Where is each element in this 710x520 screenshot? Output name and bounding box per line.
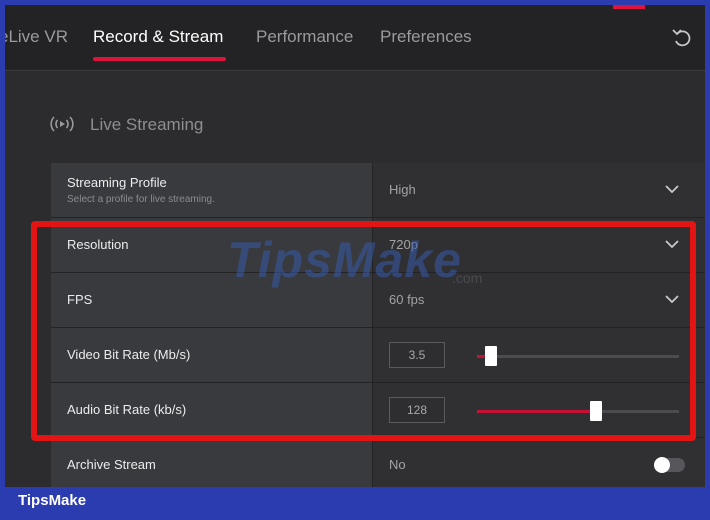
video-bit-rate-slider[interactable] (477, 346, 679, 366)
streaming-profile-dropdown[interactable]: High (373, 163, 705, 217)
setting-row-fps[interactable]: FPS 60 fps (51, 273, 705, 328)
dropdown-value: High (389, 182, 416, 197)
live-streaming-icon (50, 116, 74, 132)
resolution-dropdown[interactable]: 720p (373, 218, 705, 272)
top-navigation: eLive VR Record & Stream Performance Pre… (5, 5, 705, 71)
dropdown-value: 60 fps (389, 292, 425, 307)
tab-performance[interactable]: Performance (256, 27, 353, 47)
setting-label: Video Bit Rate (Mb/s) (67, 347, 191, 362)
active-tab-indicator (93, 57, 226, 61)
setting-label: Streaming Profile (67, 175, 167, 190)
slider-fill (477, 410, 597, 413)
setting-row-audio-bit-rate: Audio Bit Rate (kb/s) 128 (51, 383, 705, 438)
setting-label: Audio Bit Rate (kb/s) (67, 402, 187, 417)
chevron-down-icon[interactable] (665, 184, 679, 194)
brand-label: TipsMake (18, 492, 87, 509)
tab-relive-vr[interactable]: eLive VR (5, 27, 68, 47)
setting-description: Select a profile for live streaming. (67, 194, 215, 205)
setting-row-video-bit-rate: Video Bit Rate (Mb/s) 3.5 (51, 328, 705, 383)
video-bit-rate-input[interactable]: 3.5 (389, 342, 445, 368)
app-window: eLive VR Record & Stream Performance Pre… (5, 5, 705, 487)
slider-thumb[interactable] (590, 401, 603, 421)
reset-icon[interactable] (669, 25, 695, 51)
toggle-knob (654, 457, 670, 473)
toggle-state-text: No (389, 457, 406, 472)
archive-stream-toggle[interactable] (654, 457, 685, 473)
chevron-down-icon[interactable] (665, 294, 679, 304)
tab-preferences[interactable]: Preferences (380, 27, 472, 47)
section-title: Live Streaming (90, 115, 204, 134)
settings-list: Streaming Profile Select a profile for l… (51, 163, 705, 487)
setting-row-streaming-profile[interactable]: Streaming Profile Select a profile for l… (51, 163, 705, 218)
setting-row-archive-stream: Archive Stream No (51, 438, 705, 487)
slider-thumb[interactable] (485, 346, 498, 366)
tab-record-and-stream[interactable]: Record & Stream (93, 27, 223, 47)
dropdown-value: 720p (389, 237, 418, 252)
setting-label: FPS (67, 292, 93, 307)
setting-label: Resolution (67, 237, 129, 252)
top-accent-bar (613, 5, 645, 9)
setting-label: Archive Stream (67, 457, 156, 472)
chevron-down-icon[interactable] (665, 239, 679, 249)
audio-bit-rate-slider[interactable] (477, 401, 679, 421)
fps-dropdown[interactable]: 60 fps (373, 273, 705, 327)
setting-row-resolution[interactable]: Resolution 720p (51, 218, 705, 273)
audio-bit-rate-input[interactable]: 128 (389, 397, 445, 423)
